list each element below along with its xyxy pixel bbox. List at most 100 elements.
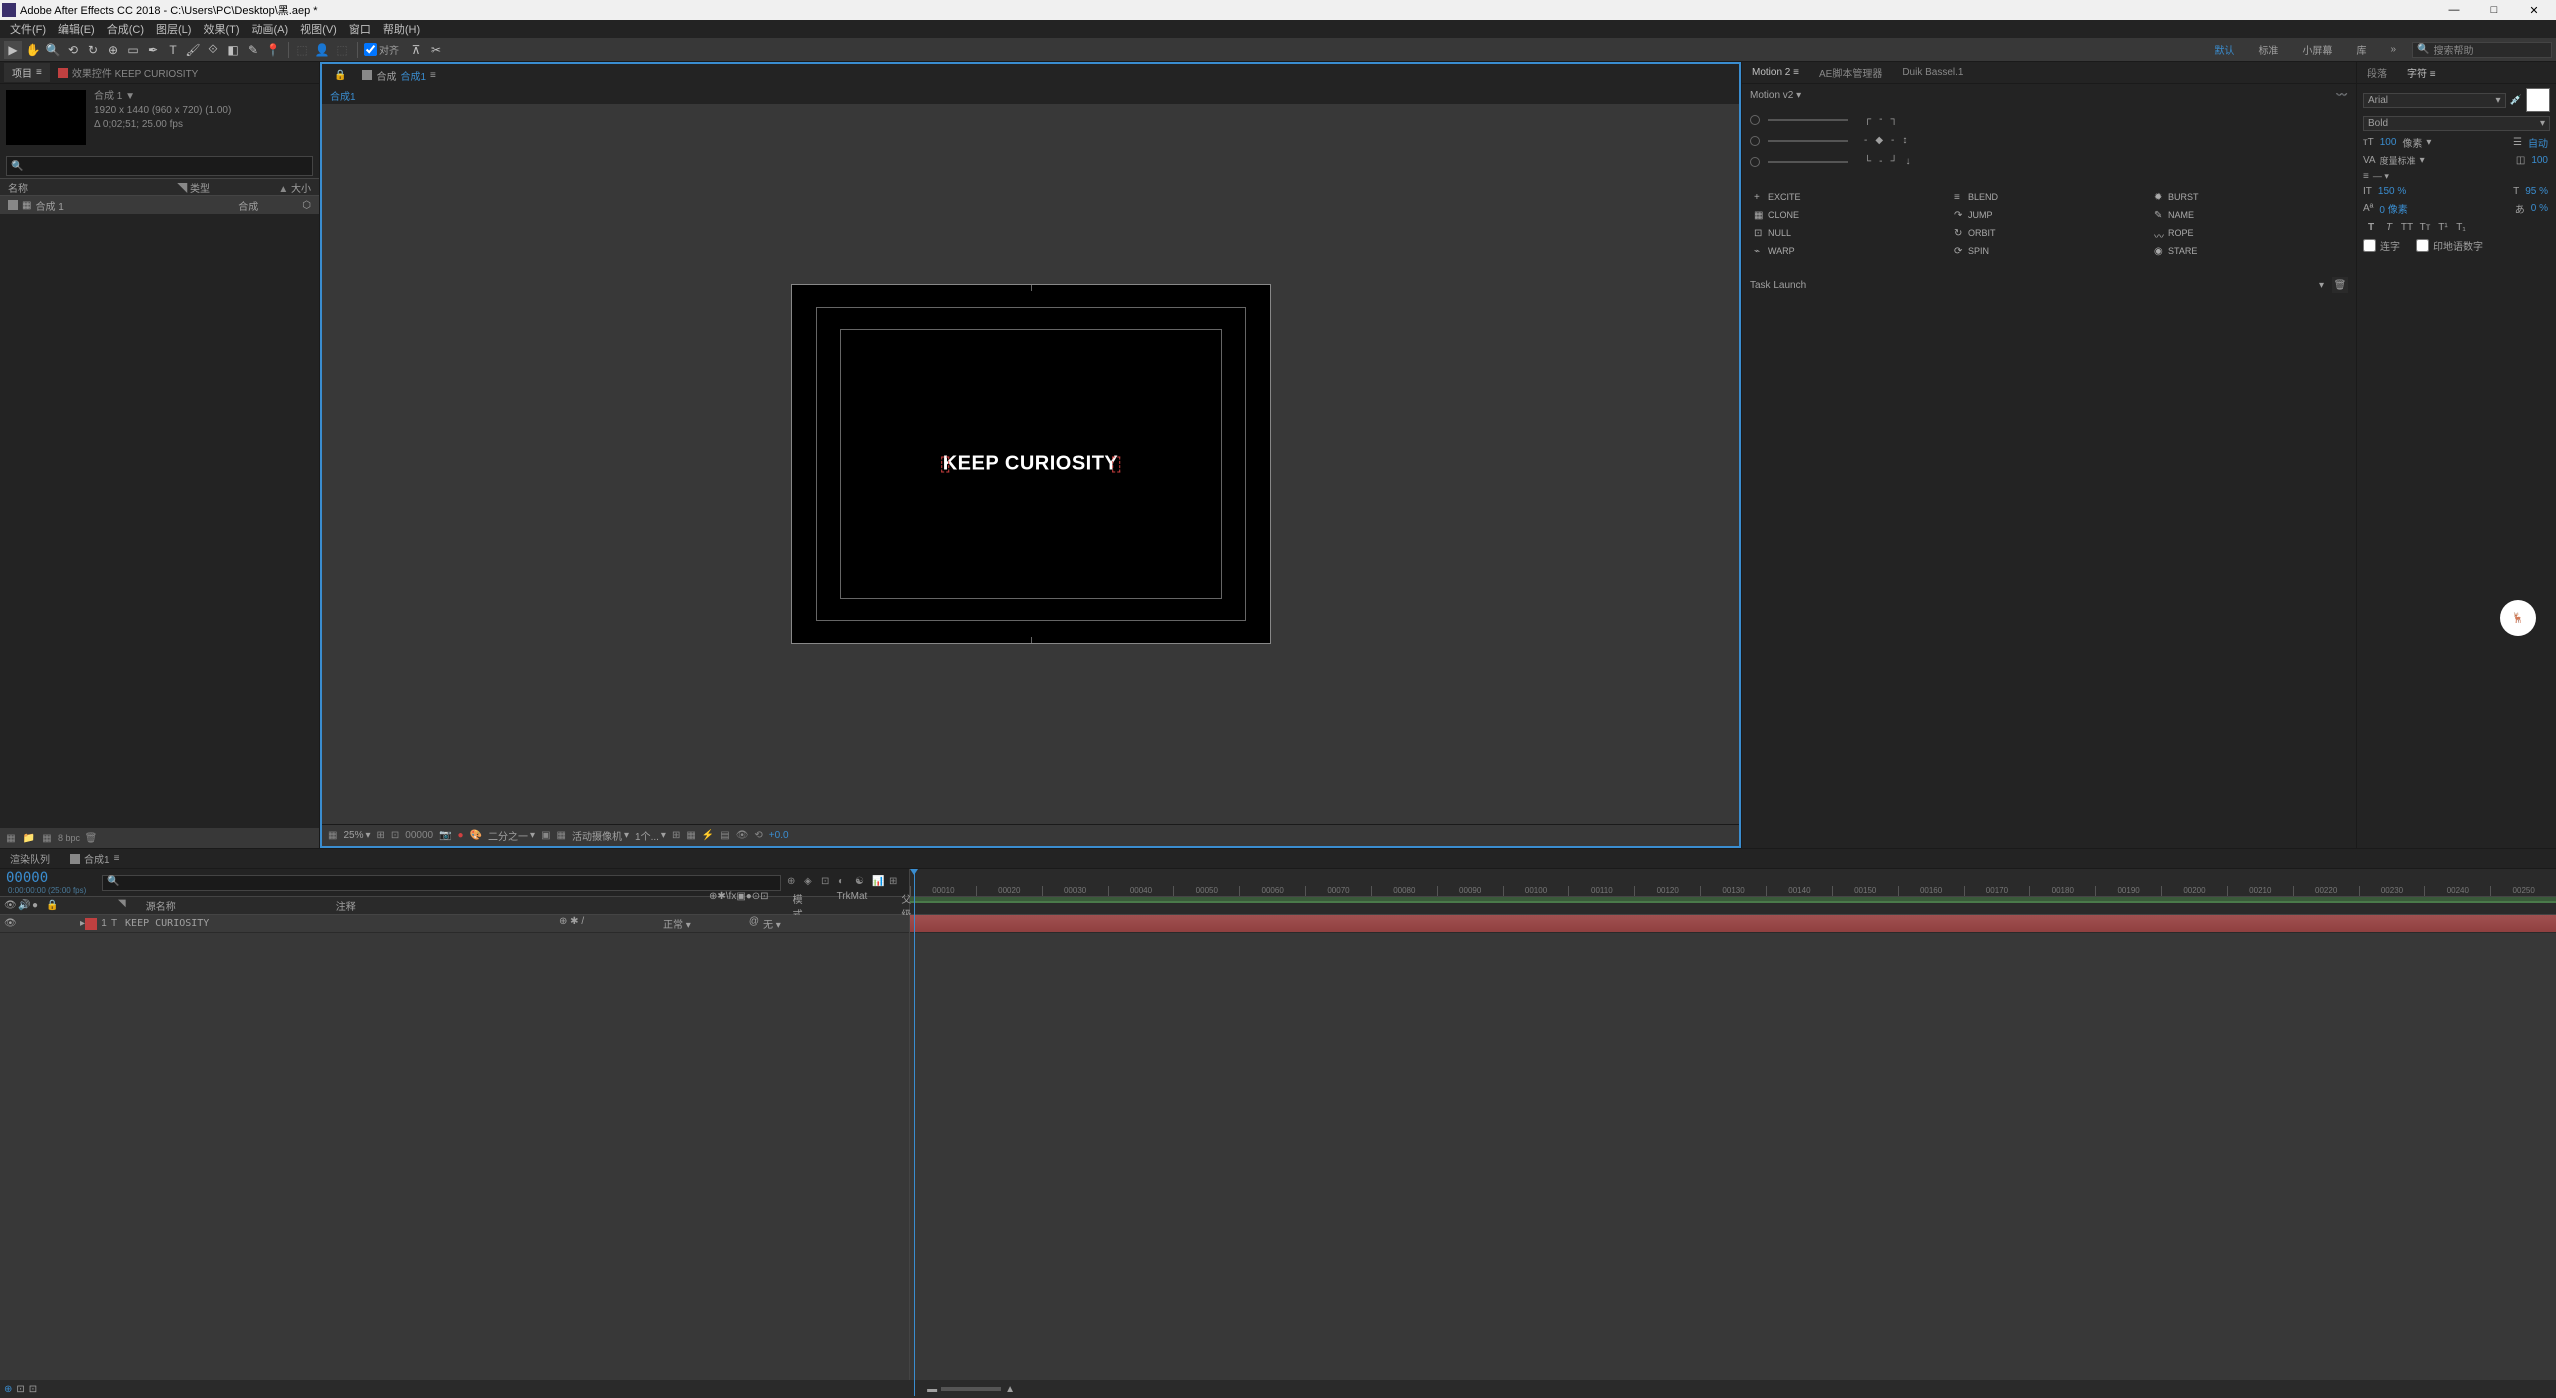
close-button[interactable]: ✕ bbox=[2514, 0, 2554, 20]
tracking-value[interactable]: 100 bbox=[2529, 155, 2550, 166]
menu-window[interactable]: 窗口 bbox=[343, 21, 377, 37]
menu-composition[interactable]: 合成(C) bbox=[101, 21, 150, 37]
ease-slider-3[interactable] bbox=[1768, 161, 1848, 163]
view-axis-icon[interactable]: ⬚ bbox=[333, 41, 351, 59]
pen-tool[interactable]: ✒ bbox=[144, 41, 162, 59]
flowchart-icon[interactable]: ⬡ bbox=[302, 200, 311, 211]
layer-name[interactable]: KEEP CURIOSITY bbox=[125, 918, 559, 929]
subscript-button[interactable]: T₁ bbox=[2453, 220, 2469, 234]
task-launch-dropdown[interactable]: ▾ bbox=[2319, 280, 2324, 291]
fill-color-swatch[interactable] bbox=[2526, 88, 2550, 112]
roto-tool[interactable]: ✎ bbox=[244, 41, 262, 59]
clone-tool[interactable]: ⟐ bbox=[204, 41, 222, 59]
tab-motion2[interactable]: Motion 2 ≡ bbox=[1742, 65, 1809, 80]
workspace-default[interactable]: 默认 bbox=[2206, 40, 2242, 59]
zoom-out-icon[interactable]: ▬ bbox=[927, 1384, 937, 1395]
ease-radio-2[interactable] bbox=[1750, 136, 1760, 146]
video-col-icon[interactable]: 👁 bbox=[4, 900, 16, 912]
font-style-dropdown[interactable]: Bold▾ bbox=[2363, 116, 2550, 131]
tab-character[interactable]: 字符 ≡ bbox=[2397, 63, 2446, 82]
always-preview-icon[interactable]: ▦ bbox=[328, 830, 337, 841]
superscript-button[interactable]: T¹ bbox=[2435, 220, 2451, 234]
draft3d-icon[interactable]: ◈ bbox=[804, 876, 818, 890]
layer-visible-icon[interactable]: 👁 bbox=[4, 918, 17, 929]
menu-animation[interactable]: 动画(A) bbox=[246, 21, 295, 37]
trash-icon[interactable]: 🗑 bbox=[84, 831, 98, 845]
kerning-dropdown[interactable]: 度量标准 bbox=[2380, 154, 2416, 167]
current-timecode[interactable]: 00000 bbox=[6, 870, 86, 886]
audio-col-icon[interactable]: 🔊 bbox=[18, 900, 30, 912]
timeline-layer-row[interactable]: 👁 ▸ 1 T KEEP CURIOSITY ⊕ ✱ / 正常 ▾ @ bbox=[0, 915, 909, 933]
workspace-small[interactable]: 小屏幕 bbox=[2294, 40, 2340, 59]
layer-duration-bar[interactable] bbox=[910, 915, 2556, 933]
menu-layer[interactable]: 图层(L) bbox=[150, 21, 197, 37]
playhead[interactable] bbox=[914, 869, 915, 1396]
menu-file[interactable]: 文件(F) bbox=[4, 21, 52, 37]
floating-helper-icon[interactable]: 🦌 bbox=[2500, 600, 2536, 636]
quality-dropdown[interactable]: 二分之一 ▾ bbox=[488, 828, 535, 843]
timecode-display[interactable]: 00000 bbox=[405, 830, 433, 841]
tab-effect-controls[interactable]: 效果控件 KEEP CURIOSITY bbox=[50, 63, 207, 82]
snap-checkbox[interactable] bbox=[364, 43, 377, 56]
local-axis-icon[interactable]: ⬚ bbox=[293, 41, 311, 59]
motion-orbit-button[interactable]: ↻ORBIT bbox=[1950, 225, 2148, 241]
eraser-tool[interactable]: ◧ bbox=[224, 41, 242, 59]
layer-parent-dropdown[interactable]: 无 ▾ bbox=[763, 916, 781, 931]
menu-effect[interactable]: 效果(T) bbox=[197, 21, 245, 37]
flowchart-icon-2[interactable]: 👁 bbox=[736, 830, 749, 841]
toggle-switches-icon[interactable]: ⊕ bbox=[4, 1384, 12, 1395]
tab-paragraph[interactable]: 段落 bbox=[2357, 63, 2397, 82]
workspace-library[interactable]: 库 bbox=[2348, 40, 2374, 59]
comp-viewer[interactable]: KEEP CURIOSITY bbox=[322, 104, 1739, 824]
col-size-header[interactable]: ▲ 大小 bbox=[210, 180, 311, 195]
ligatures-checkbox[interactable] bbox=[2363, 239, 2376, 252]
fast-preview-icon[interactable]: ⚡ bbox=[702, 830, 714, 841]
project-item-comp[interactable]: ▦ 合成 1 合成 ⬡ bbox=[0, 196, 319, 214]
tab-duik[interactable]: Duik Bassel.1 bbox=[1892, 65, 1973, 80]
zoom-in-icon[interactable]: ▲ bbox=[1005, 1384, 1015, 1395]
fill-over-stroke-dropdown[interactable]: — ▾ bbox=[2373, 171, 2389, 182]
puppet-tool[interactable]: 📍 bbox=[264, 41, 282, 59]
brainstorm-icon[interactable]: ⊞ bbox=[889, 876, 903, 890]
motion-null-button[interactable]: ⊡NULL bbox=[1750, 225, 1948, 241]
faux-italic-button[interactable]: T bbox=[2381, 220, 2397, 234]
maximize-button[interactable]: □ bbox=[2474, 0, 2514, 20]
roi-icon[interactable]: ▣ bbox=[541, 830, 550, 841]
transparency-icon[interactable]: ▦ bbox=[557, 830, 566, 841]
menu-help[interactable]: 帮助(H) bbox=[377, 21, 426, 37]
eyedropper-icon[interactable]: 💉 bbox=[2510, 95, 2522, 106]
hindi-digits-checkbox[interactable] bbox=[2416, 239, 2429, 252]
toggle-in-out-icon[interactable]: ⊡ bbox=[29, 1384, 37, 1395]
baseline-value[interactable]: 0 像素 bbox=[2377, 201, 2409, 216]
reset-exposure-icon[interactable]: ⟲ bbox=[754, 830, 762, 841]
timeline-zoom-slider[interactable] bbox=[941, 1387, 1001, 1391]
col-source-header[interactable]: 源名称 bbox=[146, 898, 176, 913]
motion-stare-button[interactable]: ◉STARE bbox=[2150, 243, 2348, 259]
world-axis-icon[interactable]: 👤 bbox=[313, 41, 331, 59]
pixel-aspect-icon[interactable]: ▦ bbox=[686, 830, 695, 841]
channel-icon[interactable]: ● bbox=[458, 830, 464, 841]
snap-edge-icon[interactable]: ⊼ bbox=[407, 41, 425, 59]
bpc-button[interactable]: 8 bpc bbox=[58, 831, 80, 845]
comp-tab-lock-icon[interactable]: 🔒 bbox=[326, 68, 354, 83]
layer-color-swatch[interactable] bbox=[85, 918, 97, 930]
motion-version-dropdown[interactable]: Motion v2 ▾ bbox=[1750, 90, 1801, 101]
layer-mode-dropdown[interactable]: 正常 ▾ bbox=[663, 916, 691, 931]
toggle-modes-icon[interactable]: ⊡ bbox=[16, 1384, 24, 1395]
lock-col-icon[interactable]: 🔒 bbox=[46, 900, 58, 912]
views-dropdown[interactable]: 1个... ▾ bbox=[635, 828, 666, 843]
col-type-header[interactable]: ◥ 类型 bbox=[109, 180, 210, 195]
solo-col-icon[interactable]: ● bbox=[32, 900, 44, 912]
text-tool[interactable]: T bbox=[164, 41, 182, 59]
hand-tool[interactable]: ✋ bbox=[24, 41, 42, 59]
col-comment-header[interactable]: 注释 bbox=[336, 898, 356, 913]
new-comp-icon[interactable]: ▦ bbox=[40, 831, 54, 845]
faux-bold-button[interactable]: T bbox=[2363, 220, 2379, 234]
zoom-tool[interactable]: 🔍 bbox=[44, 41, 62, 59]
workspace-standard[interactable]: 标准 bbox=[2250, 40, 2286, 59]
work-area-bar[interactable] bbox=[910, 897, 2556, 914]
comp-tab[interactable]: 合成 合成1 ≡ bbox=[354, 66, 443, 85]
new-folder-icon[interactable]: 📁 bbox=[22, 831, 36, 845]
graph-editor-icon[interactable]: 📊 bbox=[872, 876, 886, 890]
motion-blend-button[interactable]: ≡BLEND bbox=[1950, 189, 2148, 205]
